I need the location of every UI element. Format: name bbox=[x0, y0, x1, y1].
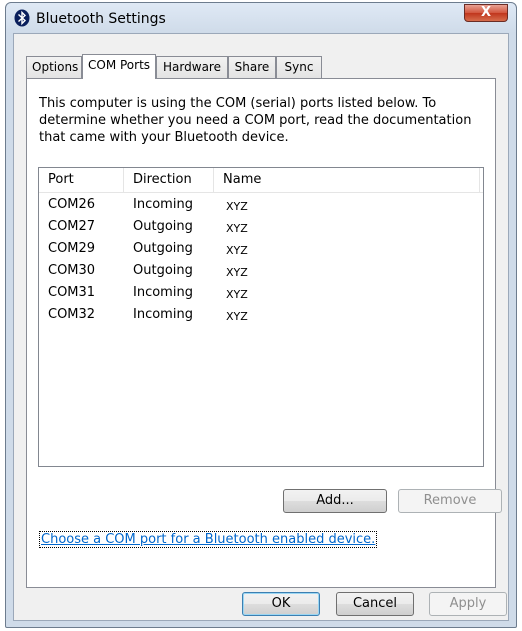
tab-hardware[interactable]: Hardware bbox=[156, 56, 228, 78]
port-cell: COM29 bbox=[48, 241, 96, 256]
apply-button[interactable]: Apply bbox=[429, 592, 507, 616]
cancel-button[interactable]: Cancel bbox=[336, 592, 414, 616]
list-item[interactable]: COM31 Incoming XYZ bbox=[39, 282, 483, 304]
bluetooth-settings-window: Bluetooth Settings X Options COM Ports H… bbox=[5, 2, 517, 628]
ok-button[interactable]: OK bbox=[242, 592, 320, 616]
name-cell: XYZ bbox=[226, 200, 248, 213]
column-header-name[interactable]: Name bbox=[214, 168, 480, 192]
list-item[interactable]: COM27 Outgoing XYZ bbox=[39, 216, 483, 238]
com-ports-description: This computer is using the COM (serial) … bbox=[39, 96, 472, 145]
close-button[interactable]: X bbox=[464, 4, 508, 22]
bluetooth-icon bbox=[14, 9, 30, 27]
list-item[interactable]: COM30 Outgoing XYZ bbox=[39, 260, 483, 282]
port-cell: COM32 bbox=[48, 307, 96, 322]
port-cell: COM27 bbox=[48, 219, 96, 234]
list-item[interactable]: COM29 Outgoing XYZ bbox=[39, 238, 483, 260]
column-header-direction[interactable]: Direction bbox=[124, 168, 214, 192]
direction-cell: Outgoing bbox=[133, 241, 193, 256]
title-bar[interactable]: Bluetooth Settings X bbox=[6, 3, 516, 33]
tab-options[interactable]: Options bbox=[26, 56, 82, 78]
direction-cell: Incoming bbox=[133, 285, 193, 300]
name-cell: XYZ bbox=[226, 310, 248, 323]
direction-cell: Outgoing bbox=[133, 263, 193, 278]
name-cell: XYZ bbox=[226, 288, 248, 301]
port-cell: COM30 bbox=[48, 263, 96, 278]
com-ports-list[interactable]: Port Direction Name COM26 Incoming XYZ C… bbox=[38, 167, 484, 467]
tab-com-ports[interactable]: COM Ports bbox=[82, 54, 156, 79]
name-cell: XYZ bbox=[226, 244, 248, 257]
name-cell: XYZ bbox=[226, 222, 248, 235]
dialog-body: Options COM Ports Hardware Share Sync Th… bbox=[13, 33, 509, 621]
add-button[interactable]: Add... bbox=[283, 489, 387, 513]
com-ports-panel: This computer is using the COM (serial) … bbox=[26, 78, 502, 588]
direction-cell: Outgoing bbox=[133, 219, 193, 234]
window-title: Bluetooth Settings bbox=[36, 11, 166, 27]
port-cell: COM26 bbox=[48, 197, 96, 212]
direction-cell: Incoming bbox=[133, 197, 193, 212]
column-header-port[interactable]: Port bbox=[39, 168, 124, 192]
tab-sync[interactable]: Sync bbox=[276, 56, 322, 78]
choose-com-port-link[interactable]: Choose a COM port for a Bluetooth enable… bbox=[39, 531, 378, 548]
tab-share[interactable]: Share bbox=[228, 56, 276, 78]
name-cell: XYZ bbox=[226, 266, 248, 279]
direction-cell: Incoming bbox=[133, 307, 193, 322]
list-item[interactable]: COM32 Incoming XYZ bbox=[39, 304, 483, 326]
remove-button[interactable]: Remove bbox=[398, 489, 502, 513]
list-header: Port Direction Name bbox=[39, 168, 483, 193]
port-cell: COM31 bbox=[48, 285, 96, 300]
close-icon: X bbox=[480, 5, 492, 20]
list-item[interactable]: COM26 Incoming XYZ bbox=[39, 194, 483, 216]
